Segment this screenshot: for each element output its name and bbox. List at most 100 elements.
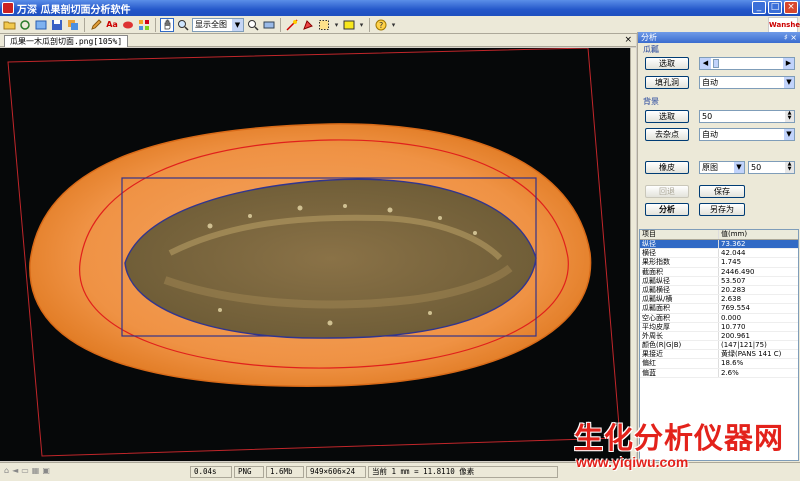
table-row[interactable]: 瓜瓤纵径 53.507 [640,276,798,286]
zoom-icon[interactable] [176,18,190,32]
chevron-down-icon[interactable]: ▾ [358,18,365,32]
image-icon[interactable]: ▣ [42,466,50,475]
slider-thumb[interactable] [713,59,719,68]
pulp-select-button[interactable]: 选取 [645,57,689,70]
chevron-down-icon[interactable]: ▾ [333,18,340,32]
table-row[interactable]: 外周长 200.961 [640,331,798,342]
table-row[interactable]: 瓜瓤面积 769.554 [640,304,798,314]
chevron-down-icon: ▼ [734,162,744,173]
table-row[interactable]: 纵径 73.362 [640,240,798,250]
row-value: (147|121|75) [721,341,767,350]
chevron-down-icon: ▼ [784,77,794,88]
maximize-button[interactable]: □ [768,1,782,14]
background-select-button[interactable]: 选取 [645,110,689,123]
table-header: 项目 值(mm) [640,230,798,240]
save-icon[interactable] [50,18,64,32]
help-icon[interactable]: ? [374,18,388,32]
spinner-icon[interactable]: ▲ ▼ [785,111,794,122]
layers-icon[interactable] [66,18,80,32]
window-title: 万深 瓜果剖切面分析软件 [17,4,131,16]
minimize-button[interactable]: _ [752,1,766,14]
toolbar-separator [155,17,156,32]
grid-icon[interactable]: ▦ [32,466,40,475]
panel-pin-close-icons[interactable]: ♯ × [784,32,797,43]
chevron-down-icon: ▼ [232,18,243,31]
zoom-select-value: 显示全图 [195,20,227,29]
spinner-icon[interactable]: ▲ ▼ [785,162,794,173]
background-threshold-value: 50 [702,112,713,121]
undo-button[interactable]: 回退 [645,185,689,198]
open-folder-icon[interactable] [2,18,16,32]
close-button[interactable]: × [784,1,798,14]
document-tab[interactable]: 瓜果一木瓜剖切面.png[105%] [4,35,129,47]
peel-button[interactable]: 橡皮 [645,161,689,174]
pencil-icon[interactable] [89,18,103,32]
image-canvas[interactable] [0,48,630,461]
remove-noise-button[interactable]: 去杂点 [645,128,689,141]
save-button[interactable]: 保存 [699,185,745,198]
row-value: 18.6% [721,359,744,368]
chevron-down-icon[interactable]: ▾ [390,18,397,32]
refresh-icon[interactable] [18,18,32,32]
row-value: 1.745 [721,258,742,267]
table-row[interactable]: 果接近 黄绿(PANS 141 C) [640,350,798,360]
toolbar-separator [84,17,85,32]
pulp-slider[interactable]: ◀ ▶ [699,57,795,70]
table-row[interactable]: 颜色(R|G|B) (147|121|75) [640,341,798,351]
text-icon[interactable]: Aa [105,18,119,32]
canvas-scrollbar[interactable] [630,48,636,461]
zoom-in-icon[interactable] [246,18,260,32]
dotted-select-icon[interactable] [317,18,331,32]
column-header-value[interactable]: 值(mm) [719,230,798,239]
table-row[interactable]: 空心面积 0.000 [640,313,798,323]
peel-mode-select[interactable]: 原图 ▼ [699,161,745,174]
chevron-down-icon: ▼ [784,129,794,140]
marker-icon[interactable] [301,18,315,32]
table-row[interactable]: 果形指数 1.745 [640,258,798,268]
row-item: 平均皮厚 [640,322,719,331]
table-row[interactable]: 偏红 18.6% [640,359,798,369]
close-document-icon[interactable]: × [624,35,632,45]
table-row[interactable]: 横径 42.044 [640,249,798,259]
fill-holes-button[interactable]: 填孔洞 [645,76,689,89]
row-item: 果形指数 [640,258,719,267]
toolbar-separator [369,17,370,32]
chevron-left-icon[interactable]: ◀ [700,58,711,69]
brand-logo: Wanshen [768,17,800,33]
svg-text:?: ? [379,21,383,30]
grid-icon[interactable] [137,18,151,32]
hand-icon[interactable] [160,17,174,32]
page-icon[interactable]: ▭ [21,466,29,475]
peel-size-input[interactable]: 50 ▲ ▼ [748,161,795,174]
row-item: 空心面积 [640,313,719,322]
measure-icon[interactable] [285,18,299,32]
fit-window-icon[interactable] [262,18,276,32]
app-icon [2,2,14,14]
fill-holes-select[interactable]: 自动 ▼ [699,76,795,89]
table-row[interactable]: 平均皮厚 10.770 [640,322,798,332]
save-as-button[interactable]: 另存为 [699,203,745,216]
table-row[interactable]: 瓜瓤纵/横 2.638 [640,295,798,305]
image-icon[interactable] [34,18,48,32]
background-threshold-input[interactable]: 50 ▲ ▼ [699,110,795,123]
row-value: 20.283 [721,285,746,294]
back-icon[interactable]: ◄ [12,466,18,475]
ellipse-icon[interactable] [121,18,135,32]
chevron-right-icon[interactable]: ▶ [783,58,794,69]
document-tab-bar: 瓜果一木瓜剖切面.png[105%] × [0,34,636,47]
row-item: 瓜瓤面积 [640,304,719,313]
column-header-item[interactable]: 项目 [640,230,719,239]
color-box-icon[interactable] [342,18,356,32]
home-icon[interactable]: ⌂ [4,466,9,475]
table-row[interactable]: 偏蓝 2.6% [640,368,798,378]
table-row[interactable]: 瓜瓤横径 20.283 [640,285,798,296]
remove-noise-select[interactable]: 自动 ▼ [699,128,795,141]
row-item: 瓜瓤纵径 [640,276,719,285]
panel-title: 分析 [641,33,657,42]
row-value: 黄绿(PANS 141 C) [721,350,782,359]
row-item: 偏蓝 [640,368,719,377]
table-row[interactable]: 截面积 2446.490 [640,267,798,277]
row-item: 果接近 [640,350,719,359]
zoom-select[interactable]: 显示全图 ▼ [192,17,244,32]
analyze-button[interactable]: 分析 [645,203,689,216]
